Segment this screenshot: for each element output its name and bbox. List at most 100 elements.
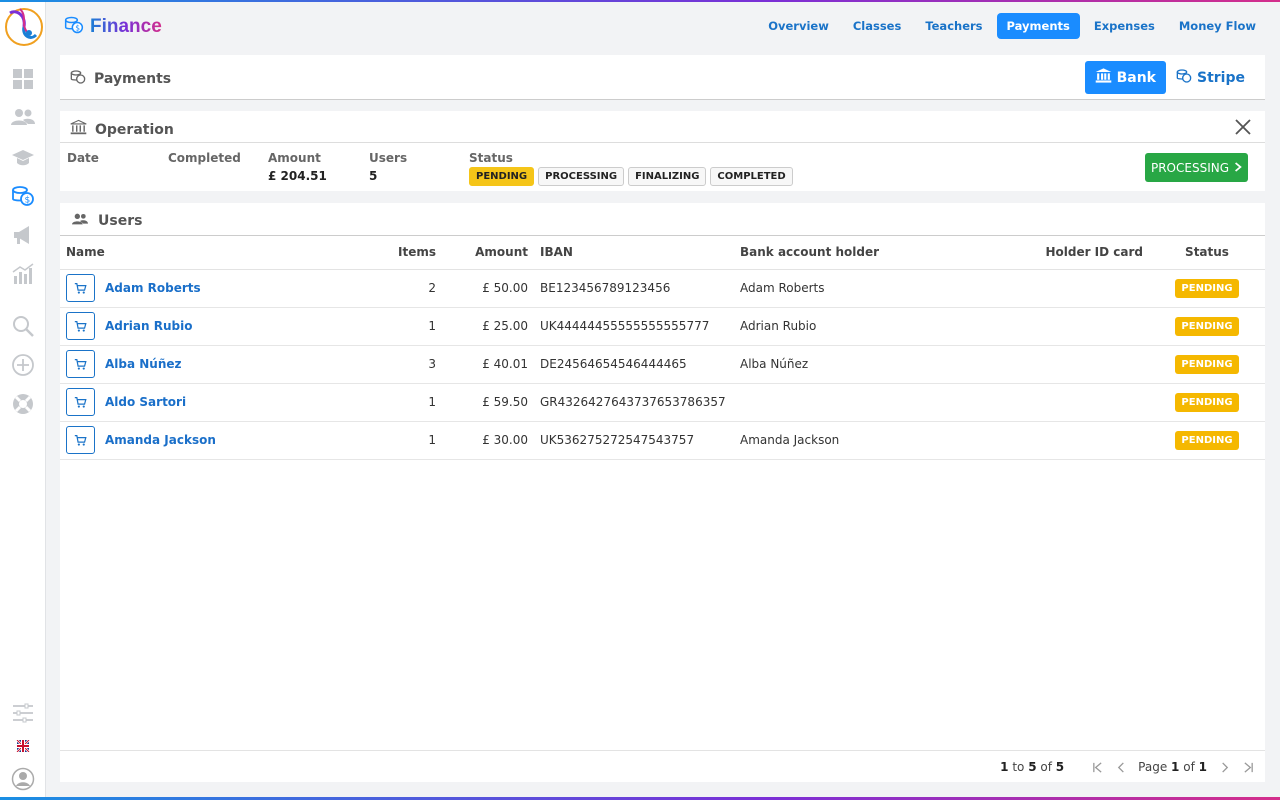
cell-amount: £ 25.00 <box>442 307 534 346</box>
user-name-link[interactable]: Aldo Sartori <box>105 395 186 409</box>
users-icon[interactable] <box>9 103 37 131</box>
cart-icon[interactable] <box>66 426 95 454</box>
users-value: 5 <box>369 169 378 183</box>
table-row: Adrian Rubio 1 £ 25.00 UK444444555555555… <box>60 307 1265 346</box>
payments-panel: Payments Bank Stripe <box>60 55 1265 100</box>
row-count: 1 to 5 of 5 <box>1000 760 1065 774</box>
graduation-cap-icon[interactable] <box>9 144 37 172</box>
chevron-right-icon <box>1234 161 1242 175</box>
user-name-link[interactable]: Amanda Jackson <box>105 433 216 447</box>
status-chip-pending[interactable]: PENDING <box>469 167 535 186</box>
cell-holder: Adrian Rubio <box>734 307 1034 346</box>
cart-icon[interactable] <box>66 312 95 340</box>
status-badge: PENDING <box>1175 354 1239 374</box>
chart-icon[interactable] <box>9 260 37 288</box>
amount-field: Amount £ 204.51 <box>268 151 327 183</box>
app-title: Finance <box>90 15 162 37</box>
user-profile-icon[interactable] <box>9 765 37 793</box>
cell-name: Adrian Rubio <box>60 307 390 346</box>
cell-status: PENDING <box>1149 421 1265 460</box>
status-chip-finalizing[interactable]: FINALIZING <box>628 167 707 186</box>
status-field: Status PENDING PROCESSING FINALIZING COM… <box>469 151 793 186</box>
app-logo[interactable] <box>2 5 44 47</box>
date-field: Date <box>67 151 99 165</box>
uk-flag-icon[interactable] <box>9 732 37 760</box>
add-circle-icon[interactable] <box>9 351 37 379</box>
date-label: Date <box>67 151 99 165</box>
status-steps: PENDING PROCESSING FINALIZING COMPLETED <box>469 167 793 186</box>
coins-icon <box>1176 68 1192 88</box>
nav-payments[interactable]: Payments <box>996 13 1080 39</box>
cell-name: Amanda Jackson <box>60 421 390 460</box>
user-name-link[interactable]: Adam Roberts <box>105 281 201 295</box>
bank-button[interactable]: Bank <box>1084 61 1166 94</box>
users-title: Users <box>70 211 142 231</box>
next-page-icon[interactable] <box>1217 760 1231 774</box>
svg-text:$: $ <box>25 196 31 206</box>
cart-icon[interactable] <box>66 274 95 302</box>
svg-text:$: $ <box>75 23 80 32</box>
last-page-icon[interactable] <box>1241 760 1255 774</box>
processing-button-label: PROCESSING <box>1150 160 1230 175</box>
user-name-link[interactable]: Adrian Rubio <box>105 319 192 333</box>
col-header-status[interactable]: Status <box>1149 236 1265 270</box>
bank-icon <box>1095 67 1112 88</box>
coins-icon <box>70 69 86 89</box>
cell-holder: Adam Roberts <box>734 269 1034 308</box>
close-icon[interactable] <box>1233 117 1253 137</box>
table-row: Aldo Sartori 1 £ 59.50 GR432642764373765… <box>60 383 1265 422</box>
bank-icon <box>70 119 87 140</box>
users-table: Name Items Amount IBAN Bank account hold… <box>60 236 1265 460</box>
users-panel: Users Name Items Amount IBAN Bank accoun… <box>60 203 1265 782</box>
lifebuoy-icon[interactable] <box>9 390 37 418</box>
pagination-bar: 1 to 5 of 5 Page 1 of 1 <box>60 750 1265 782</box>
cell-iban: DE24564654546444465 <box>534 345 734 384</box>
cell-id-card <box>1034 383 1149 422</box>
cell-items: 2 <box>390 269 442 308</box>
cell-id-card <box>1034 345 1149 384</box>
col-header-name[interactable]: Name <box>60 236 390 270</box>
stripe-button[interactable]: Stripe <box>1172 61 1257 94</box>
col-header-iban[interactable]: IBAN <box>534 236 734 270</box>
status-chip-processing[interactable]: PROCESSING <box>538 167 625 186</box>
cell-id-card <box>1034 421 1149 460</box>
status-badge: PENDING <box>1175 392 1239 412</box>
top-header: $ Finance Overview Classes Teachers Paym… <box>46 2 1280 50</box>
megaphone-icon[interactable] <box>9 221 37 249</box>
status-badge: PENDING <box>1175 316 1239 336</box>
cell-amount: £ 40.01 <box>442 345 534 384</box>
cell-items: 3 <box>390 345 442 384</box>
dashboard-icon[interactable] <box>9 65 37 93</box>
nav-overview[interactable]: Overview <box>758 13 839 39</box>
user-name-link[interactable]: Alba Núñez <box>105 357 182 371</box>
cell-status: PENDING <box>1149 269 1265 308</box>
cart-icon[interactable] <box>66 388 95 416</box>
nav-teachers[interactable]: Teachers <box>915 13 992 39</box>
processing-button[interactable]: PROCESSING <box>1145 153 1248 182</box>
cell-amount: £ 59.50 <box>442 383 534 422</box>
nav-money-flow[interactable]: Money Flow <box>1169 13 1266 39</box>
col-header-amount[interactable]: Amount <box>442 236 534 270</box>
cell-id-card <box>1034 269 1149 308</box>
previous-page-icon[interactable] <box>1114 760 1128 774</box>
cell-holder: Alba Núñez <box>734 345 1034 384</box>
cell-items: 1 <box>390 307 442 346</box>
status-chip-completed[interactable]: COMPLETED <box>710 167 793 186</box>
status-label: Status <box>469 151 513 165</box>
sliders-icon[interactable] <box>9 699 37 727</box>
col-header-holder[interactable]: Bank account holder <box>734 236 1034 270</box>
nav-expenses[interactable]: Expenses <box>1084 13 1165 39</box>
amount-label: Amount <box>268 151 321 165</box>
finance-coins-icon[interactable]: $ <box>9 182 37 210</box>
cell-name: Adam Roberts <box>60 269 390 308</box>
col-header-items[interactable]: Items <box>390 236 442 270</box>
cell-status: PENDING <box>1149 307 1265 346</box>
cell-amount: £ 30.00 <box>442 421 534 460</box>
users-title-text: Users <box>98 213 143 229</box>
cart-icon[interactable] <box>66 350 95 378</box>
col-header-id-card[interactable]: Holder ID card <box>1034 236 1149 270</box>
nav-classes[interactable]: Classes <box>843 13 911 39</box>
cell-status: PENDING <box>1149 383 1265 422</box>
first-page-icon[interactable] <box>1090 760 1104 774</box>
search-icon[interactable] <box>9 312 37 340</box>
